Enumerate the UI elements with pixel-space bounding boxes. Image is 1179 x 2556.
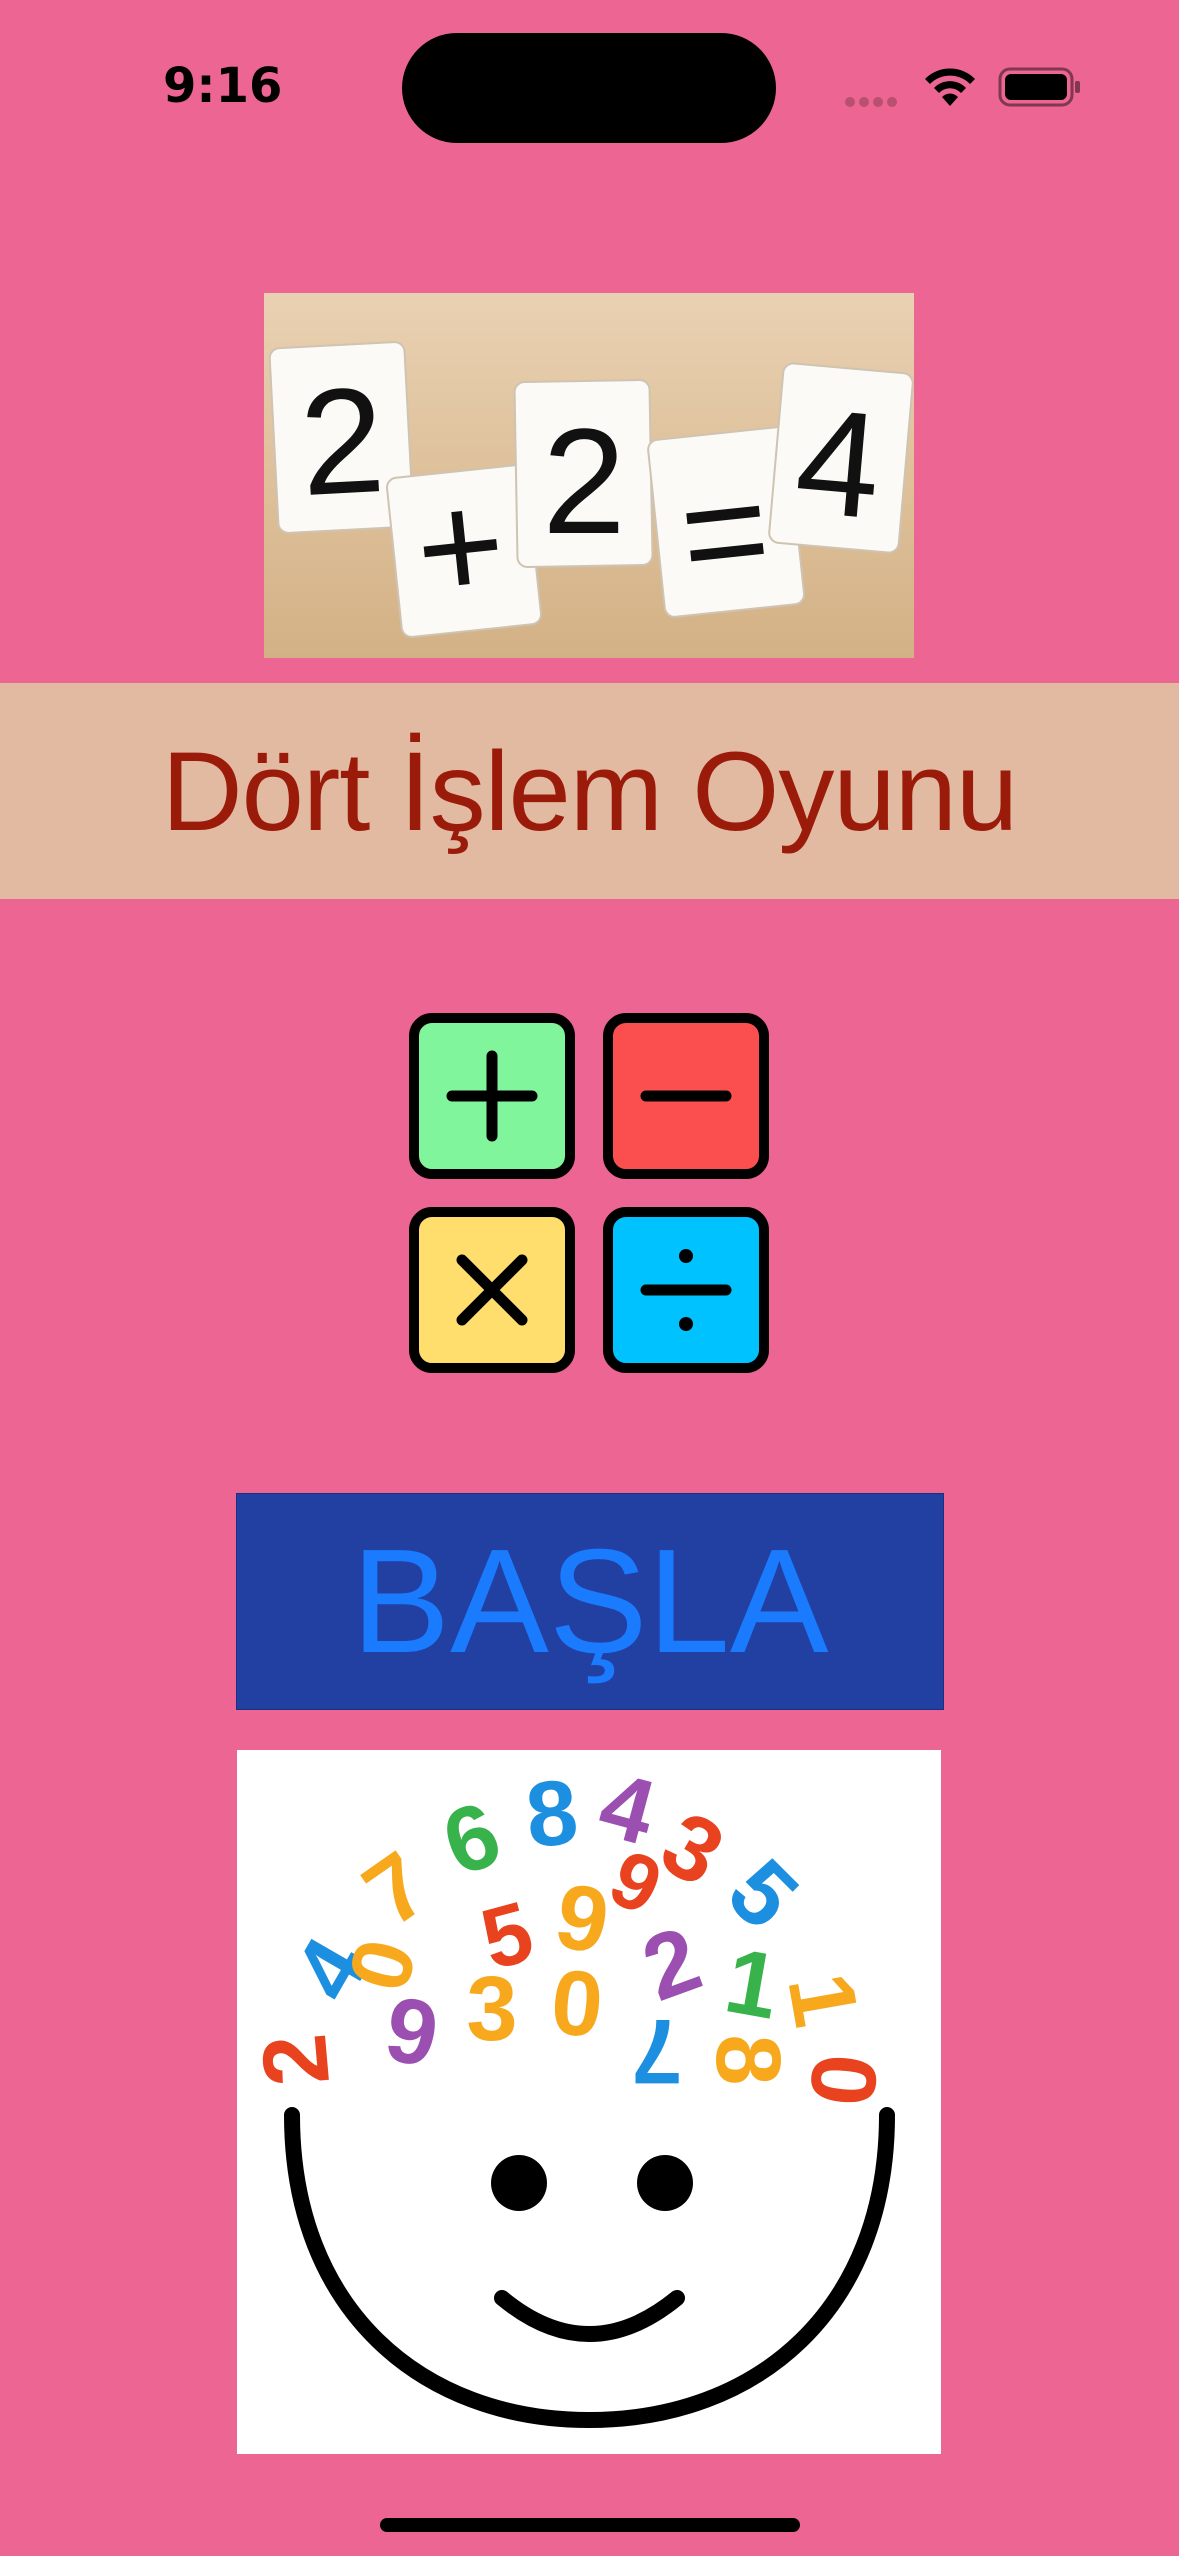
digit-glyph: 7: [631, 2000, 682, 2102]
smiling-head-numbers-image: 2 4 7 6 8 4 3 5 9 1 0 2 3 0 6 1 7 8 9 5 …: [237, 1750, 941, 2454]
digit-glyph: 8: [697, 2034, 799, 2085]
addition-icon: [409, 1013, 575, 1179]
card-digit: 2: [542, 397, 625, 565]
left-eye: [491, 2155, 547, 2211]
status-time: 9:16: [163, 58, 283, 114]
cellular-signal-icon: [845, 94, 901, 112]
digit-glyph: 6: [430, 1782, 513, 1895]
dynamic-island: [402, 33, 776, 143]
card-digit: 4: [790, 376, 888, 551]
head-outline: [284, 2107, 895, 2429]
card-digit: 2: [296, 355, 388, 527]
subtraction-icon: [603, 1013, 769, 1179]
home-indicator[interactable]: [380, 2518, 800, 2532]
page-title: Dört İşlem Oyunu: [161, 728, 1018, 854]
battery-icon: [998, 67, 1080, 107]
right-eye: [637, 2155, 693, 2211]
math-cards-illustration: 2 + 2 = 4: [268, 341, 914, 638]
start-button-label: BAŞLA: [351, 1518, 829, 1684]
digit-glyph: 8: [522, 1761, 582, 1867]
start-button[interactable]: BAŞLA: [236, 1493, 944, 1710]
title-banner: Dört İşlem Oyunu: [0, 683, 1179, 899]
numbers-head-illustration: 2 4 7 6 8 4 3 5 9 1 0 2 3 0 6 1 7 8 9 5 …: [243, 1753, 896, 2429]
wifi-icon: [925, 68, 975, 106]
smile: [494, 2290, 685, 2342]
multiplication-icon: [409, 1207, 575, 1373]
digit-glyph: 1: [768, 1966, 877, 2034]
math-cards-image: 2 + 2 = 4: [264, 293, 914, 658]
digit-glyph: 0: [790, 2050, 896, 2110]
digit-glyph: 7: [346, 1833, 446, 1946]
card-equals: =: [672, 443, 777, 619]
card-plus: +: [408, 458, 513, 634]
digit-glyph: 0: [547, 1951, 607, 2057]
digit-glyph: 5: [709, 1840, 817, 1948]
four-operations-icon: [409, 1013, 769, 1373]
digit-glyph: 2: [243, 2030, 349, 2090]
division-icon: [603, 1207, 769, 1373]
